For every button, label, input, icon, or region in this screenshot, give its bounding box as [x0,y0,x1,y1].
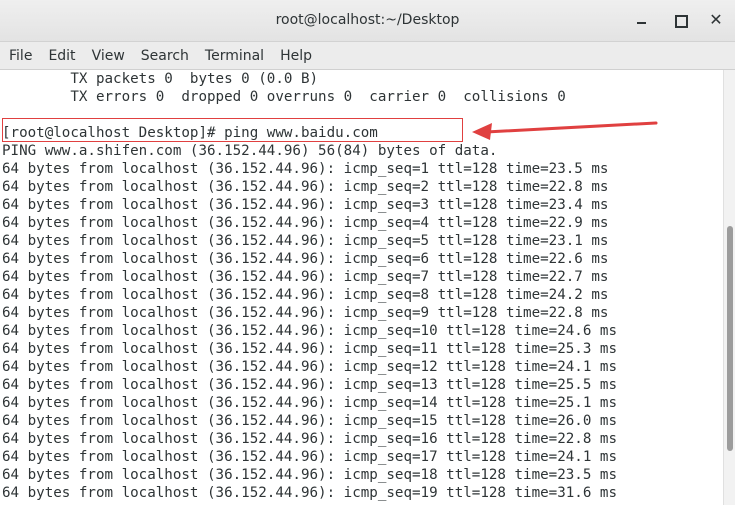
terminal-line: 64 bytes from localhost (36.152.44.96): … [2,215,609,231]
menu-search[interactable]: Search [141,48,189,64]
window-titlebar: root@localhost:~/Desktop ✕ [0,0,735,42]
command-highlight-box [2,118,463,142]
terminal-line: 64 bytes from localhost (36.152.44.96): … [2,467,617,483]
terminal-line: 64 bytes from localhost (36.152.44.96): … [2,305,609,321]
annotation-arrow-icon [472,121,658,140]
terminal-line: 64 bytes from localhost (36.152.44.96): … [2,269,609,285]
terminal-line: 64 bytes from localhost (36.152.44.96): … [2,323,617,339]
terminal-line: 64 bytes from localhost (36.152.44.96): … [2,287,609,303]
terminal-line: 64 bytes from localhost (36.152.44.96): … [2,251,609,267]
terminal-line: TX packets 0 bytes 0 (0.0 B) [2,71,319,87]
terminal-line: 64 bytes from localhost (36.152.44.96): … [2,485,617,501]
menu-bar: File Edit View Search Terminal Help [0,42,735,70]
terminal-line: TX errors 0 dropped 0 overruns 0 carrier… [2,89,566,105]
terminal-line: PING www.a.shifen.com (36.152.44.96) 56(… [2,143,498,159]
menu-help[interactable]: Help [280,48,312,64]
terminal-line: 64 bytes from localhost (36.152.44.96): … [2,431,617,447]
minimize-icon[interactable] [632,10,652,30]
terminal-line: 64 bytes from localhost (36.152.44.96): … [2,395,617,411]
menu-file[interactable]: File [9,48,32,64]
maximize-icon[interactable] [670,10,690,30]
close-icon[interactable]: ✕ [706,10,726,30]
menu-edit[interactable]: Edit [48,48,75,64]
terminal-line: 64 bytes from localhost (36.152.44.96): … [2,341,617,357]
scrollbar-thumb[interactable] [727,226,733,451]
terminal-line: 64 bytes from localhost (36.152.44.96): … [2,197,609,213]
terminal-line: 64 bytes from localhost (36.152.44.96): … [2,161,609,177]
terminal-line: 64 bytes from localhost (36.152.44.96): … [2,413,617,429]
terminal-scrollbar[interactable] [723,70,735,505]
window-title: root@localhost:~/Desktop [275,12,460,28]
menu-terminal[interactable]: Terminal [205,48,264,64]
menu-view[interactable]: View [92,48,125,64]
terminal-line: 64 bytes from localhost (36.152.44.96): … [2,449,617,465]
terminal-line: 64 bytes from localhost (36.152.44.96): … [2,179,609,195]
terminal-line: 64 bytes from localhost (36.152.44.96): … [2,233,609,249]
terminal-line: 64 bytes from localhost (36.152.44.96): … [2,359,617,375]
terminal-line: 64 bytes from localhost (36.152.44.96): … [2,377,617,393]
terminal-output[interactable]: TX packets 0 bytes 0 (0.0 B) TX errors 0… [0,70,723,505]
